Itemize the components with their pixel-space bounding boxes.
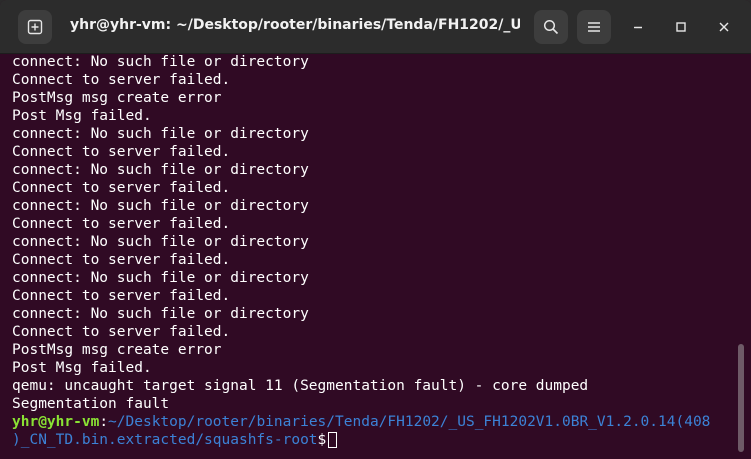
- prompt-line-2: )_CN_TD.bin.extracted/squashfs-root$: [12, 431, 737, 449]
- prompt-path-part1: ~/Desktop/rooter/binaries/Tenda/FH1202/_…: [108, 414, 711, 430]
- terminal-line: connect: No such file or directory: [12, 126, 309, 142]
- window-title: yhr@yhr-vm: ~/Desktop/rooter/binaries/Te…: [70, 17, 520, 33]
- terminal-line: Connect to server failed.: [12, 144, 231, 160]
- terminal-lines: connect: No such file or directory Connec…: [12, 53, 737, 413]
- search-button[interactable]: [534, 10, 568, 44]
- new-tab-button[interactable]: [18, 10, 52, 44]
- terminal-line: PostMsg msg create error: [12, 90, 222, 106]
- terminal-line: Connect to server failed.: [12, 324, 231, 340]
- scrollbar-thumb[interactable]: [738, 344, 744, 452]
- prompt-line-1: yhr@yhr-vm:~/Desktop/rooter/binaries/Ten…: [12, 413, 737, 431]
- terminal-line: Post Msg failed.: [12, 108, 152, 124]
- prompt-path-part2: )_CN_TD.bin.extracted/squashfs-root: [12, 432, 318, 448]
- terminal-line: Segmentation fault: [12, 396, 170, 412]
- terminal-line: Connect to server failed.: [12, 252, 231, 268]
- close-button[interactable]: [711, 14, 737, 40]
- terminal-line: PostMsg msg create error: [12, 342, 222, 358]
- terminal-line: Connect to server failed.: [12, 288, 231, 304]
- terminal-line: Post Msg failed.: [12, 360, 152, 376]
- terminal-line: connect: No such file or directory: [12, 234, 309, 250]
- maximize-button[interactable]: [668, 14, 694, 40]
- terminal-line: connect: No such file or directory: [12, 54, 309, 70]
- new-tab-icon: [27, 19, 43, 35]
- terminal-line: qemu: uncaught target signal 11 (Segment…: [12, 378, 589, 394]
- terminal-line: Connect to server failed.: [12, 72, 231, 88]
- terminal-line: connect: No such file or directory: [12, 162, 309, 178]
- terminal-line: connect: No such file or directory: [12, 270, 309, 286]
- text-cursor: [328, 432, 338, 448]
- minimize-button[interactable]: [625, 14, 651, 40]
- close-icon: [719, 22, 729, 32]
- terminal-window: yhr@yhr-vm: ~/Desktop/rooter/binaries/Te…: [0, 0, 751, 459]
- search-icon: [543, 19, 559, 35]
- menu-button[interactable]: [577, 10, 611, 44]
- minimize-icon: [634, 26, 642, 29]
- prompt-dollar: $: [317, 432, 327, 448]
- terminal-line: connect: No such file or directory: [12, 306, 309, 322]
- terminal-line: Connect to server failed.: [12, 216, 231, 232]
- prompt-colon: :: [99, 414, 109, 430]
- terminal-output[interactable]: connect: No such file or directory Connec…: [12, 53, 737, 459]
- terminal-line: Connect to server failed.: [12, 180, 231, 196]
- maximize-icon: [676, 22, 686, 32]
- prompt-user-host: yhr@yhr-vm: [12, 414, 100, 430]
- title-bar: yhr@yhr-vm: ~/Desktop/rooter/binaries/Te…: [0, 0, 751, 54]
- hamburger-menu-icon: [588, 22, 600, 32]
- terminal-line: connect: No such file or directory: [12, 198, 309, 214]
